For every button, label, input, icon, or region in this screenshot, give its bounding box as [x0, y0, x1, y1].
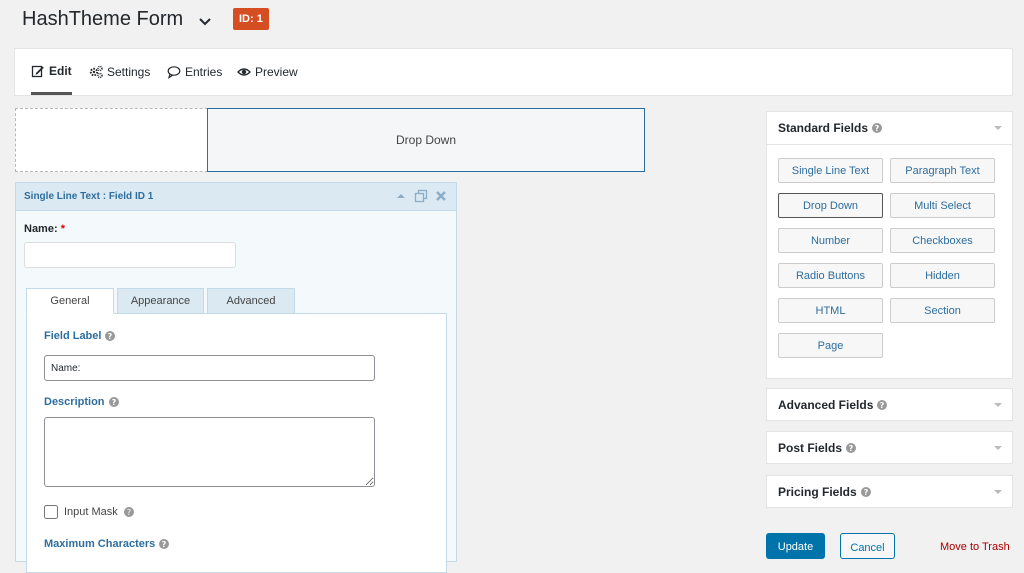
field-editor: Single Line Text : Field ID 1 Name: * Ge… — [15, 182, 457, 573]
field-button-html[interactable]: HTML — [778, 298, 883, 323]
pricing-fields-title: Pricing Fields — [778, 485, 857, 499]
name-input-preview[interactable] — [24, 242, 236, 268]
name-field-label: Name: * — [24, 223, 65, 235]
description-textarea[interactable] — [44, 417, 375, 487]
form-id-badge: ID: 1 — [233, 8, 269, 30]
tab-edit[interactable]: Edit — [31, 49, 72, 95]
help-icon[interactable]: ? — [877, 400, 888, 410]
tab-edit-label: Edit — [49, 63, 72, 78]
field-button-checkboxes[interactable]: Checkboxes — [890, 228, 995, 253]
field-button-hidden[interactable]: Hidden — [890, 263, 995, 288]
field-editor-title: Single Line Text : Field ID 1 — [24, 191, 154, 202]
caret-down-icon — [994, 446, 1002, 450]
comment-icon — [167, 66, 181, 79]
tab-settings-label: Settings — [107, 65, 151, 79]
general-settings-panel: Field Label ? Description ? Input Mask ? — [26, 313, 447, 573]
tab-entries-label: Entries — [185, 65, 223, 79]
tab-settings[interactable]: Settings — [89, 49, 150, 95]
pricing-fields-header[interactable]: Pricing Fields ? — [767, 476, 1012, 508]
input-mask-label: Input Mask — [64, 506, 118, 518]
advanced-fields-title: Advanced Fields — [778, 398, 874, 412]
name-label-text: Name: — [24, 223, 58, 235]
help-icon[interactable]: ? — [846, 443, 857, 453]
standard-fields-header[interactable]: Standard Fields ? — [767, 112, 1012, 145]
drop-down-field-label: Drop Down — [395, 133, 457, 147]
field-button-drop-down[interactable]: Drop Down — [778, 193, 883, 218]
post-fields-header[interactable]: Post Fields ? — [767, 432, 1012, 464]
svg-text:?: ? — [108, 332, 113, 341]
help-icon[interactable]: ? — [108, 397, 119, 407]
duplicate-icon[interactable] — [414, 189, 428, 203]
field-button-number[interactable]: Number — [778, 228, 883, 253]
field-editor-header[interactable]: Single Line Text : Field ID 1 — [16, 183, 456, 211]
advanced-fields-panel[interactable]: Advanced Fields ? — [766, 388, 1013, 421]
help-icon[interactable]: ? — [872, 123, 883, 133]
eye-icon — [237, 68, 251, 76]
standard-fields-panel: Standard Fields ? Single Line Text Parag… — [766, 111, 1013, 379]
field-button-paragraph-text[interactable]: Paragraph Text — [890, 158, 995, 183]
svg-text:?: ? — [162, 540, 167, 549]
gears-icon — [89, 65, 103, 79]
field-button-radio-buttons[interactable]: Radio Buttons — [778, 263, 883, 288]
svg-text:?: ? — [875, 124, 880, 133]
form-title: HashTheme Form — [22, 8, 184, 30]
field-button-page[interactable]: Page — [778, 333, 883, 358]
tab-appearance[interactable]: Appearance — [117, 288, 204, 314]
editor-tabs-bar: Edit Settings Entries Preview — [14, 48, 1013, 96]
drop-down-field-preview[interactable]: Drop Down — [207, 108, 645, 172]
field-label-input[interactable] — [44, 355, 375, 381]
input-mask-checkbox[interactable] — [44, 505, 58, 519]
input-mask-row: Input Mask ? — [44, 505, 134, 519]
pricing-fields-panel[interactable]: Pricing Fields ? — [766, 475, 1013, 508]
help-icon[interactable]: ? — [159, 539, 170, 549]
post-fields-panel[interactable]: Post Fields ? — [766, 431, 1013, 464]
svg-text:?: ? — [111, 398, 116, 407]
caret-down-icon — [994, 490, 1002, 494]
chevron-down-icon[interactable] — [196, 13, 214, 31]
field-label-heading-text: Field Label — [44, 330, 102, 342]
caret-down-icon — [994, 126, 1002, 130]
max-characters-heading-text: Maximum Characters — [44, 538, 156, 550]
field-button-single-line-text[interactable]: Single Line Text — [778, 158, 883, 183]
field-button-section[interactable]: Section — [890, 298, 995, 323]
svg-text:?: ? — [880, 401, 885, 410]
svg-text:?: ? — [849, 444, 854, 453]
update-button[interactable]: Update — [766, 533, 825, 559]
field-button-multi-select[interactable]: Multi Select — [890, 193, 995, 218]
cancel-button[interactable]: Cancel — [840, 533, 895, 559]
svg-text:?: ? — [863, 488, 868, 497]
tab-preview-label: Preview — [255, 65, 298, 79]
required-asterisk: * — [60, 223, 65, 235]
advanced-fields-header[interactable]: Advanced Fields ? — [767, 389, 1012, 421]
caret-down-icon — [994, 403, 1002, 407]
tab-advanced[interactable]: Advanced — [207, 288, 295, 314]
description-heading: Description ? — [44, 396, 119, 408]
standard-fields-title: Standard Fields — [778, 121, 869, 135]
move-to-trash-link[interactable]: Move to Trash — [940, 541, 1010, 553]
field-label-heading: Field Label ? — [44, 330, 116, 342]
description-heading-text: Description — [44, 396, 105, 408]
svg-text:?: ? — [127, 508, 131, 517]
help-icon[interactable]: ? — [860, 487, 871, 497]
caret-up-icon[interactable] — [394, 189, 408, 203]
tab-preview[interactable]: Preview — [237, 49, 298, 95]
post-fields-title: Post Fields — [778, 441, 843, 455]
close-icon[interactable] — [434, 189, 448, 203]
help-icon[interactable]: ? — [123, 507, 134, 517]
tab-general[interactable]: General — [26, 288, 114, 314]
help-icon[interactable]: ? — [105, 331, 116, 341]
max-characters-heading: Maximum Characters ? — [44, 538, 170, 550]
tab-entries[interactable]: Entries — [167, 49, 222, 95]
edit-icon — [31, 65, 44, 77]
